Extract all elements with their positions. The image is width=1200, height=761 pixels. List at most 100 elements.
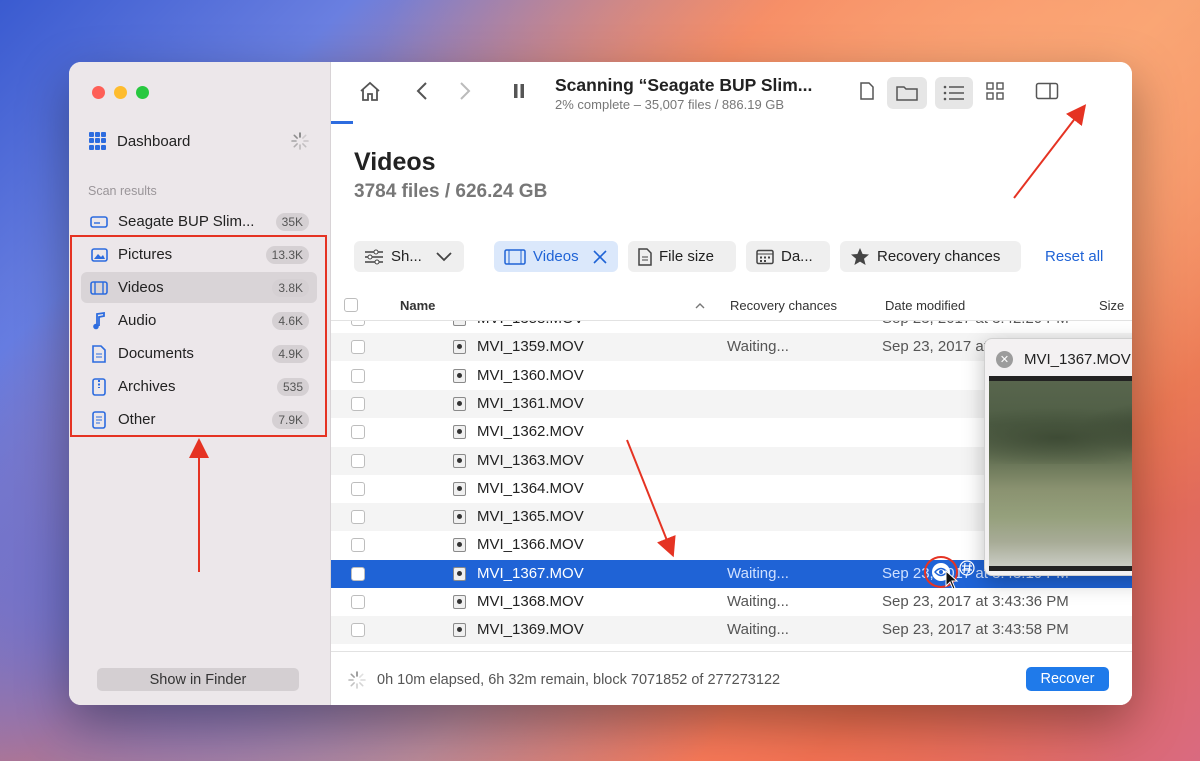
table-row[interactable]: MVI_1369.MOV Waiting... Sep 23, 2017 at 3:… xyxy=(331,616,1132,645)
file-name: MVI_1368.MOV xyxy=(477,593,584,610)
sidebar-item-seagate-drive[interactable]: Seagate BUP Slim... 35K xyxy=(81,206,317,237)
date-modified: Sep 23, 2017 at 3:43:58 PM xyxy=(882,621,1069,639)
page-subtitle: 3784 files / 626.24 GB xyxy=(354,181,548,202)
file-name: MVI_1367.MOV xyxy=(477,564,584,582)
row-checkbox[interactable] xyxy=(351,340,365,355)
column-header-size[interactable]: Size xyxy=(1099,298,1124,313)
close-icon[interactable] xyxy=(593,249,607,264)
folder-icon xyxy=(896,86,918,101)
file-size-filter[interactable]: File size xyxy=(628,241,736,272)
date-modified: Sep 23, 2017 at 3:43:36 PM xyxy=(882,593,1069,610)
recovery-status: Waiting... xyxy=(727,593,789,610)
folder-view-button[interactable] xyxy=(887,77,927,109)
row-checkbox[interactable] xyxy=(351,595,365,609)
chip-label: File size xyxy=(659,248,715,265)
calendar-icon xyxy=(756,249,774,264)
back-button[interactable] xyxy=(411,76,433,106)
row-checkbox[interactable] xyxy=(351,368,365,383)
chip-label: Recovery chances xyxy=(877,248,1001,265)
file-name: MVI_1360.MOV xyxy=(477,366,584,384)
star-icon xyxy=(851,248,869,265)
chevron-down-icon xyxy=(436,251,452,261)
file-name: MVI_1362.MOV xyxy=(477,423,584,441)
video-thumbnail xyxy=(989,376,1132,571)
pause-button[interactable] xyxy=(508,76,530,106)
home-button[interactable] xyxy=(355,76,385,106)
column-header-recovery[interactable]: Recovery chances xyxy=(730,298,837,313)
row-checkbox[interactable] xyxy=(351,453,365,468)
recovery-chances-filter[interactable]: Recovery chances xyxy=(840,241,1021,272)
column-header-date[interactable]: Date modified xyxy=(885,298,965,313)
row-checkbox[interactable] xyxy=(351,538,365,553)
date-modified: Sep 23, 2017 at 3:42:20 PM xyxy=(882,321,1069,327)
close-window-button[interactable] xyxy=(92,86,105,99)
list-view-button[interactable] xyxy=(935,77,973,109)
hash-icon[interactable] xyxy=(959,559,975,577)
chevron-right-icon xyxy=(460,82,471,100)
recover-button[interactable]: Recover xyxy=(1026,667,1109,691)
main-content: Scanning “Seagate BUP Slim... 2% complet… xyxy=(331,62,1132,705)
file-name: MVI_1364.MOV xyxy=(477,479,584,497)
forward-button[interactable] xyxy=(454,76,476,106)
film-icon xyxy=(504,248,526,265)
video-file-icon xyxy=(453,481,466,496)
scan-status-text: 0h 10m elapsed, 6h 32m remain, block 707… xyxy=(377,672,781,688)
grid-view-button[interactable] xyxy=(980,76,1010,106)
sidebar-right-icon xyxy=(1035,82,1059,100)
date-filter[interactable]: Da... xyxy=(746,241,830,272)
chip-label: Videos xyxy=(533,248,579,265)
close-preview-button[interactable]: ✕ xyxy=(996,351,1013,368)
show-filter-dropdown[interactable]: Sh... xyxy=(354,241,464,272)
scan-progress-text: 2% complete – 35,007 files / 886.19 GB xyxy=(555,97,785,112)
row-checkbox[interactable] xyxy=(351,425,365,440)
toggle-preview-panel-button[interactable] xyxy=(1031,76,1063,106)
scan-title: Scanning “Seagate BUP Slim... xyxy=(555,75,813,95)
file-name: MVI_1366.MOV xyxy=(477,536,584,554)
select-all-checkbox[interactable] xyxy=(344,298,358,312)
scan-progress-indicator xyxy=(331,121,353,124)
video-file-icon xyxy=(453,425,466,440)
list-icon xyxy=(943,85,964,101)
row-checkbox[interactable] xyxy=(351,510,365,525)
sidebar-item-dashboard[interactable]: Dashboard xyxy=(89,130,311,152)
dashboard-grid-icon xyxy=(89,132,107,150)
video-file-icon xyxy=(453,321,466,326)
videos-filter-chip[interactable]: Videos xyxy=(494,241,618,272)
grid-icon xyxy=(986,82,1004,100)
chip-label: Da... xyxy=(781,248,813,265)
preview-title: MVI_1367.MOV xyxy=(1024,351,1131,368)
row-checkbox[interactable] xyxy=(351,481,365,496)
pause-icon xyxy=(514,84,524,98)
show-in-finder-button[interactable]: Show in Finder xyxy=(97,668,299,691)
reset-all-link[interactable]: Reset all xyxy=(1045,248,1103,265)
row-checkbox[interactable] xyxy=(351,566,365,581)
table-header: Name Recovery chances Date modified Size xyxy=(331,290,1132,321)
row-checkbox[interactable] xyxy=(351,623,365,638)
table-row[interactable]: MVI_1368.MOV Waiting... Sep 23, 2017 at 3:… xyxy=(331,588,1132,616)
video-file-icon xyxy=(453,340,466,355)
zoom-window-button[interactable] xyxy=(136,86,149,99)
mouse-cursor-icon xyxy=(945,570,959,590)
video-file-icon xyxy=(453,623,466,638)
video-file-icon xyxy=(453,566,466,581)
file-name: MVI_1369.MOV xyxy=(477,621,584,639)
table-row[interactable]: MVI_1358.MOV Sep 23, 2017 at 3:42:20 PM xyxy=(331,321,1132,333)
chip-label: Sh... xyxy=(391,248,422,265)
column-header-name[interactable]: Name xyxy=(400,298,435,313)
document-icon xyxy=(638,247,652,266)
file-name: MVI_1363.MOV xyxy=(477,451,584,469)
page-title: Videos xyxy=(354,148,436,176)
file-view-button[interactable] xyxy=(853,76,881,106)
chevron-left-icon xyxy=(416,82,427,100)
file-name: MVI_1358.MOV xyxy=(477,321,584,327)
app-window: Dashboard Scan results Seagate BUP Slim.… xyxy=(69,62,1132,705)
video-file-icon xyxy=(453,510,466,525)
loading-spinner-icon xyxy=(291,132,309,150)
file-name: MVI_1361.MOV xyxy=(477,394,584,412)
row-checkbox[interactable] xyxy=(351,321,365,326)
row-checkbox[interactable] xyxy=(351,396,365,411)
minimize-window-button[interactable] xyxy=(114,86,127,99)
home-icon xyxy=(360,81,380,101)
video-file-icon xyxy=(453,396,466,411)
recovery-status: Waiting... xyxy=(727,621,789,639)
